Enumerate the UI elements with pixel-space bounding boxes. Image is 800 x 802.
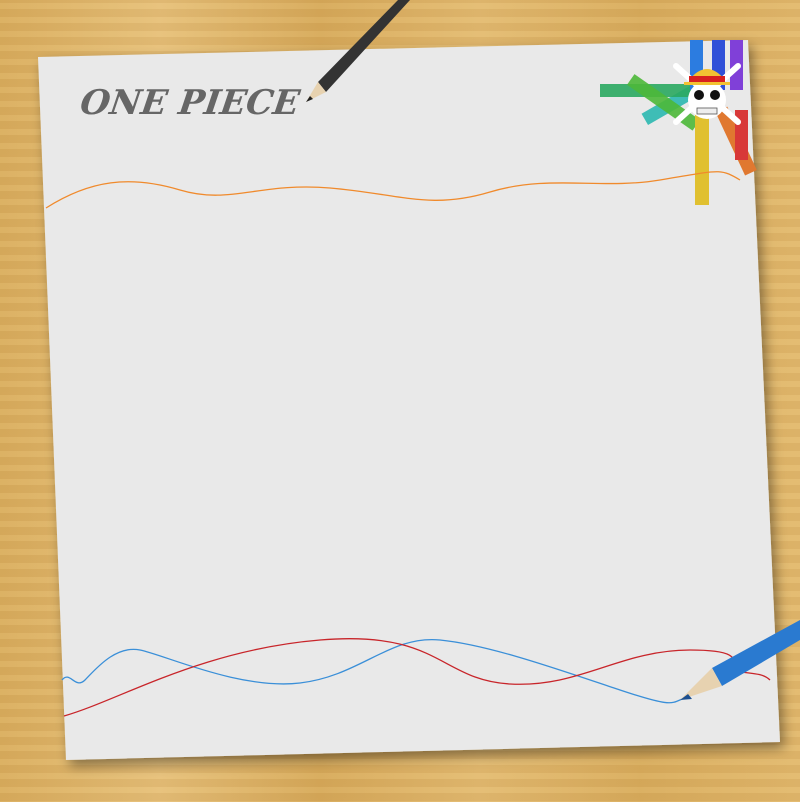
- one-piece-title: ONE PIECE: [78, 83, 303, 123]
- scene: ONE PIECE: [38, 0, 800, 760]
